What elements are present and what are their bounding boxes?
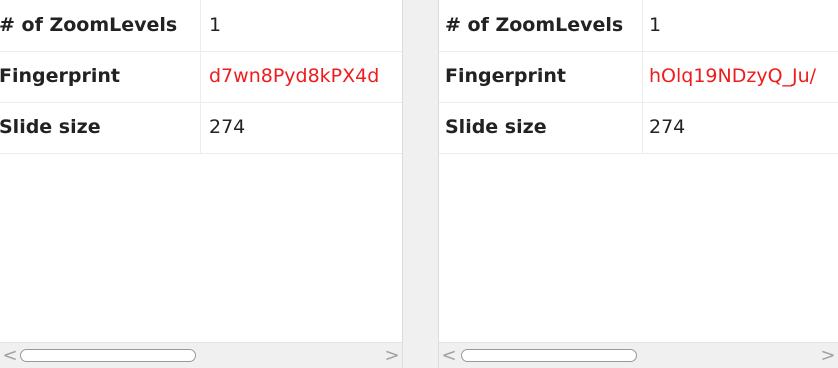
- property-name: Fingerprint: [0, 65, 120, 87]
- horizontal-scrollbar[interactable]: < >: [0, 342, 402, 368]
- scroll-left-arrow-icon[interactable]: <: [439, 343, 459, 368]
- panel-divider[interactable]: [402, 0, 439, 368]
- property-row-zoomlevels[interactable]: # of ZoomLevels 1: [0, 0, 402, 52]
- column-separator: [200, 51, 201, 102]
- column-separator: [642, 51, 643, 102]
- property-row-fingerprint[interactable]: Fingerprint hOlq19NDzyQ_Ju/: [439, 51, 838, 103]
- column-separator: [642, 0, 643, 51]
- property-row-zoomlevels[interactable]: # of ZoomLevels 1: [439, 0, 838, 52]
- property-name: # of ZoomLevels: [445, 14, 624, 36]
- properties-compare-view: # of ZoomLevels 1 Fingerprint d7wn8Pyd8k…: [0, 0, 838, 368]
- property-row-slide-size[interactable]: Slide size 274: [0, 102, 402, 154]
- scrollbar-thumb[interactable]: [461, 349, 637, 362]
- scroll-right-arrow-icon[interactable]: >: [818, 343, 838, 368]
- property-name: Slide size: [0, 116, 101, 138]
- right-properties-panel: # of ZoomLevels 1 Fingerprint hOlq19NDzy…: [439, 0, 838, 368]
- property-value: 1: [209, 14, 222, 36]
- property-name: Fingerprint: [445, 65, 566, 87]
- property-name: # of ZoomLevels: [0, 14, 178, 36]
- scroll-right-arrow-icon[interactable]: >: [382, 343, 402, 368]
- left-properties-panel: # of ZoomLevels 1 Fingerprint d7wn8Pyd8k…: [0, 0, 402, 368]
- scrollbar-thumb[interactable]: [20, 349, 196, 362]
- fingerprint-value: d7wn8Pyd8kPX4d: [209, 65, 380, 87]
- fingerprint-value: hOlq19NDzyQ_Ju/: [649, 65, 817, 87]
- property-row-slide-size[interactable]: Slide size 274: [439, 102, 838, 154]
- property-row-fingerprint[interactable]: Fingerprint d7wn8Pyd8kPX4d: [0, 51, 402, 103]
- property-value: 274: [209, 116, 246, 138]
- horizontal-scrollbar[interactable]: < >: [439, 342, 838, 368]
- property-value: 274: [649, 116, 686, 138]
- scroll-left-arrow-icon[interactable]: <: [0, 343, 20, 368]
- column-separator: [200, 102, 201, 153]
- property-name: Slide size: [445, 116, 547, 138]
- column-separator: [642, 102, 643, 153]
- divider-edge-left: [402, 0, 403, 368]
- property-value: 1: [649, 14, 662, 36]
- column-separator: [200, 0, 201, 51]
